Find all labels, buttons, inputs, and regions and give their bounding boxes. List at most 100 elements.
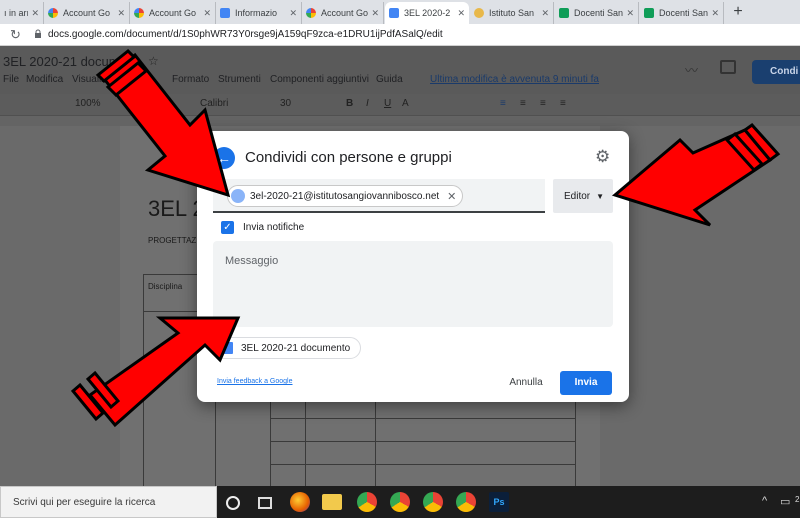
last-edit-link[interactable]: Ultima modifica è avvenuta 9 minuti fa <box>430 74 599 85</box>
document-subheading: PROGETTAZ <box>148 236 197 245</box>
google-g-icon <box>48 8 58 18</box>
table-line <box>270 402 271 486</box>
share-button[interactable]: Condi <box>752 60 800 84</box>
attached-document-chip[interactable]: 3EL 2020-21 documento <box>214 337 362 359</box>
close-tab-icon[interactable]: ✕ <box>457 8 465 19</box>
underline-button[interactable]: U <box>384 98 391 109</box>
school-icon <box>474 8 484 18</box>
align-left-icon[interactable]: ≡ <box>500 98 506 109</box>
new-tab-button[interactable]: + <box>729 3 747 21</box>
font-select[interactable]: Calibri <box>200 98 228 109</box>
notify-checkbox[interactable]: ✓ <box>221 221 234 234</box>
tab-label: Docenti San <box>659 8 709 18</box>
firefox-icon[interactable] <box>290 492 310 512</box>
menu-file[interactable]: File <box>3 74 19 85</box>
chrome-icon[interactable] <box>423 492 443 512</box>
search-placeholder: Scrivi qui per eseguire la ricerca <box>13 497 156 508</box>
table-cell: Disciplina <box>148 282 183 291</box>
star-icon[interactable]: ☆ <box>148 54 159 68</box>
menu-formato[interactable]: Formato <box>172 74 209 85</box>
tab-label: Account Go <box>321 8 369 18</box>
bold-button[interactable]: B <box>346 98 353 109</box>
align-center-icon[interactable]: ≡ <box>520 98 526 109</box>
comments-icon[interactable] <box>720 60 736 74</box>
table-line <box>375 402 376 486</box>
browser-tab[interactable]: Account Go ✕ <box>44 2 130 24</box>
reload-icon[interactable]: ↻ <box>10 27 21 43</box>
browser-tab[interactable]: Account Go ✕ <box>130 2 216 24</box>
sheets-icon <box>644 8 654 18</box>
close-tab-icon[interactable]: ✕ <box>289 8 297 19</box>
clock[interactable]: 2 <box>795 495 799 504</box>
docs-header: 3EL 2020-21 document ☆ File Modifica Vis… <box>0 46 800 94</box>
windows-taskbar: Scrivi qui per eseguire la ricerca Ps ^ … <box>0 486 800 518</box>
menu-guida[interactable]: Guida <box>376 74 403 85</box>
close-tab-icon[interactable]: ✕ <box>31 8 39 19</box>
align-right-icon[interactable]: ≡ <box>540 98 546 109</box>
chrome-icon[interactable] <box>456 492 476 512</box>
docs-toolbar: 100% Calibri 30 B I U A ≡ ≡ ≡ ≡ <box>0 94 800 116</box>
google-g-icon <box>306 8 316 18</box>
task-view-icon[interactable] <box>258 497 272 509</box>
chrome-icon[interactable] <box>357 492 377 512</box>
zoom-select[interactable]: 100% <box>75 98 101 109</box>
file-explorer-icon[interactable] <box>322 494 342 510</box>
align-justify-icon[interactable]: ≡ <box>560 98 566 109</box>
tab-label: ı in arı <box>4 8 29 18</box>
close-tab-icon[interactable]: ✕ <box>541 8 549 19</box>
photoshop-icon[interactable]: Ps <box>489 492 509 512</box>
browser-tab[interactable]: Istituto San ✕ <box>470 2 554 24</box>
italic-button[interactable]: I <box>366 98 369 109</box>
menu-componenti[interactable]: Componenti aggiuntivi <box>270 74 369 85</box>
remove-recipient-icon[interactable]: ✕ <box>447 190 456 203</box>
close-tab-icon[interactable]: ✕ <box>203 8 211 19</box>
cortana-icon[interactable] <box>226 496 240 510</box>
url-text[interactable]: docs.google.com/document/d/1S0phWR73Y0rs… <box>48 29 443 40</box>
menu-modifica[interactable]: Modifica <box>26 74 63 85</box>
share-dialog: ← Condividi con persone e gruppi ⚙ 3el-2… <box>197 131 629 402</box>
close-tab-icon[interactable]: ✕ <box>371 8 379 19</box>
tab-label: Docenti San <box>574 8 624 18</box>
system-tray-chevron-icon[interactable]: ^ <box>762 495 767 507</box>
feedback-link[interactable]: Invia feedback a Google <box>217 378 293 385</box>
role-dropdown[interactable]: Editor ▼ <box>553 179 613 213</box>
avatar <box>231 189 245 203</box>
text-color-button[interactable]: A <box>402 98 409 109</box>
recipient-input[interactable]: 3el-2020-21@istitutosangiovannibosco.net… <box>213 179 545 213</box>
notify-label: Invia notifiche <box>243 222 305 233</box>
recipient-chip[interactable]: 3el-2020-21@istitutosangiovannibosco.net… <box>227 185 464 207</box>
close-tab-icon[interactable]: ✕ <box>117 8 125 19</box>
tab-label: 3EL 2020-2 <box>404 8 451 18</box>
attached-document-name: 3EL 2020-21 documento <box>241 342 351 354</box>
tab-label: Informazio <box>235 8 278 18</box>
dialog-title: Condividi con persone e gruppi <box>245 149 452 166</box>
tab-label: Account Go <box>63 8 111 18</box>
font-size-select[interactable]: 30 <box>280 98 291 109</box>
docs-icon <box>223 342 233 354</box>
caret-down-icon: ▼ <box>596 192 605 201</box>
gear-icon[interactable]: ⚙ <box>595 147 610 167</box>
activity-icon[interactable]: 〰 <box>685 60 698 79</box>
chrome-icon[interactable] <box>390 492 410 512</box>
lock-icon <box>35 29 41 38</box>
message-textarea[interactable]: Messaggio <box>213 241 613 327</box>
menu-visualizza[interactable]: Visualiz <box>72 74 106 85</box>
browser-tab[interactable]: Docenti San ✕ <box>640 2 724 24</box>
browser-tab[interactable]: ı in arı ✕ <box>0 2 44 24</box>
close-tab-icon[interactable]: ✕ <box>711 8 719 19</box>
browser-tab[interactable]: Account Go ✕ <box>302 2 384 24</box>
browser-tab-strip: ı in arı ✕ Account Go ✕ Account Go ✕ Inf… <box>0 0 800 24</box>
table-line <box>270 464 576 465</box>
taskbar-search-box[interactable]: Scrivi qui per eseguire la ricerca <box>0 486 217 518</box>
network-icon[interactable]: ▭ <box>780 495 790 508</box>
browser-tab-active[interactable]: 3EL 2020-2 ✕ <box>385 2 469 24</box>
send-button[interactable]: Invia <box>560 371 612 395</box>
menu-strumenti[interactable]: Strumenti <box>218 74 261 85</box>
browser-tab[interactable]: Docenti San ✕ <box>555 2 639 24</box>
close-tab-icon[interactable]: ✕ <box>626 8 634 19</box>
cancel-button[interactable]: Annulla <box>502 371 550 395</box>
browser-tab[interactable]: Informazio ✕ <box>216 2 302 24</box>
back-arrow-icon[interactable]: ← <box>213 147 235 169</box>
document-title[interactable]: 3EL 2020-21 document <box>3 54 138 69</box>
table-line <box>270 418 576 419</box>
